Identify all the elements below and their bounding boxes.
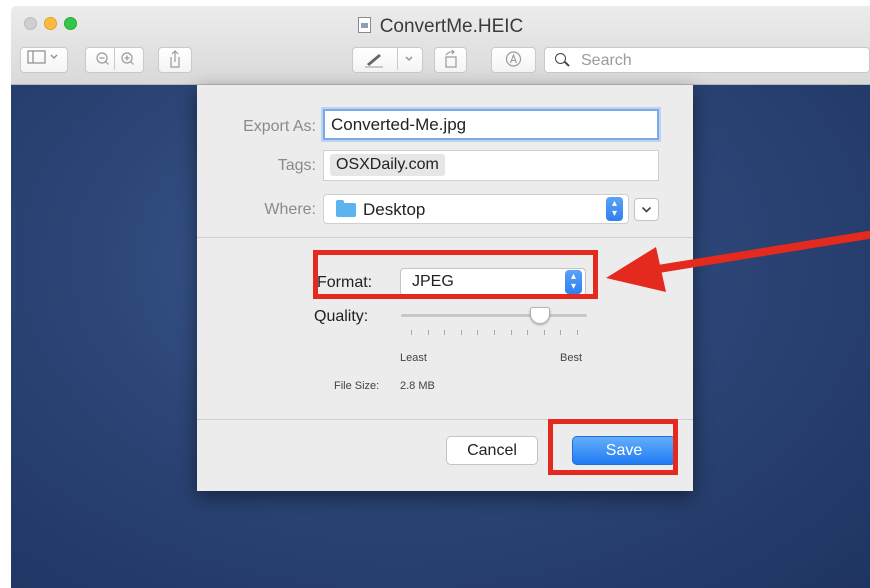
pen-icon <box>365 48 413 70</box>
share-icon <box>170 50 180 68</box>
sidebar-button[interactable] <box>20 47 68 73</box>
zoom-in-icon <box>121 52 134 65</box>
export-as-label: Export As: <box>243 118 316 135</box>
markup-pen-button[interactable] <box>352 47 423 73</box>
quality-tick <box>411 330 412 335</box>
search-icon <box>555 53 566 64</box>
where-value: Desktop <box>363 200 426 219</box>
markup-circle-icon <box>505 51 522 67</box>
search-field[interactable]: Search <box>544 47 870 73</box>
window-title: ConvertMe.HEIC <box>11 16 870 38</box>
window-title-text: ConvertMe.HEIC <box>379 16 524 37</box>
export-as-field[interactable]: Converted-Me.jpg <box>323 109 659 140</box>
title-bar: ConvertMe.HEIC Search <box>11 6 870 85</box>
save-highlight-box <box>548 419 678 475</box>
quality-least-label: Least <box>400 352 427 364</box>
quality-tick <box>510 330 512 335</box>
expand-button[interactable] <box>634 198 659 221</box>
quality-tick <box>527 330 529 335</box>
red-arrow-icon <box>606 231 870 292</box>
cancel-button[interactable]: Cancel <box>446 436 538 465</box>
rotate-icon <box>445 49 457 68</box>
quality-tick <box>477 330 479 335</box>
folder-icon <box>336 200 356 217</box>
where-popup[interactable]: Desktop ▴ ▾ <box>323 194 629 224</box>
markup-toolbar-button[interactable] <box>491 47 536 73</box>
share-button[interactable] <box>158 47 192 73</box>
quality-label: Quality: <box>314 308 369 325</box>
tags-label: Tags: <box>277 157 316 174</box>
zoom-out-icon <box>96 52 109 65</box>
quality-tick <box>543 330 545 335</box>
tag-token[interactable]: OSXDaily.com <box>330 154 445 176</box>
export-as-value: Converted-Me.jpg <box>331 115 467 134</box>
quality-tick <box>460 330 462 335</box>
quality-tick <box>560 330 562 335</box>
quality-tick <box>577 330 578 335</box>
quality-tick <box>444 330 446 335</box>
chevron-down-icon <box>641 206 652 213</box>
quality-slider[interactable] <box>401 307 587 324</box>
quality-tick <box>494 330 495 335</box>
file-size-value: 2.8 MB <box>400 380 435 392</box>
sidebar-icon <box>27 50 58 64</box>
zoom-icons <box>96 48 134 70</box>
quality-best-label: Best <box>560 352 583 364</box>
where-label: Where: <box>264 201 316 218</box>
format-highlight-box <box>313 250 598 299</box>
quality-tick <box>427 330 429 335</box>
file-size-label: File Size: <box>334 380 380 392</box>
quality-slider-knob[interactable] <box>530 307 551 324</box>
where-stepper-icon: ▴ ▾ <box>606 197 623 221</box>
rotate-button[interactable] <box>434 47 467 73</box>
search-placeholder: Search <box>581 52 632 69</box>
zoom-buttons <box>85 47 144 73</box>
document-icon <box>357 17 371 33</box>
tags-field[interactable]: OSXDaily.com <box>323 150 659 181</box>
chevron-down-icon <box>405 56 413 61</box>
